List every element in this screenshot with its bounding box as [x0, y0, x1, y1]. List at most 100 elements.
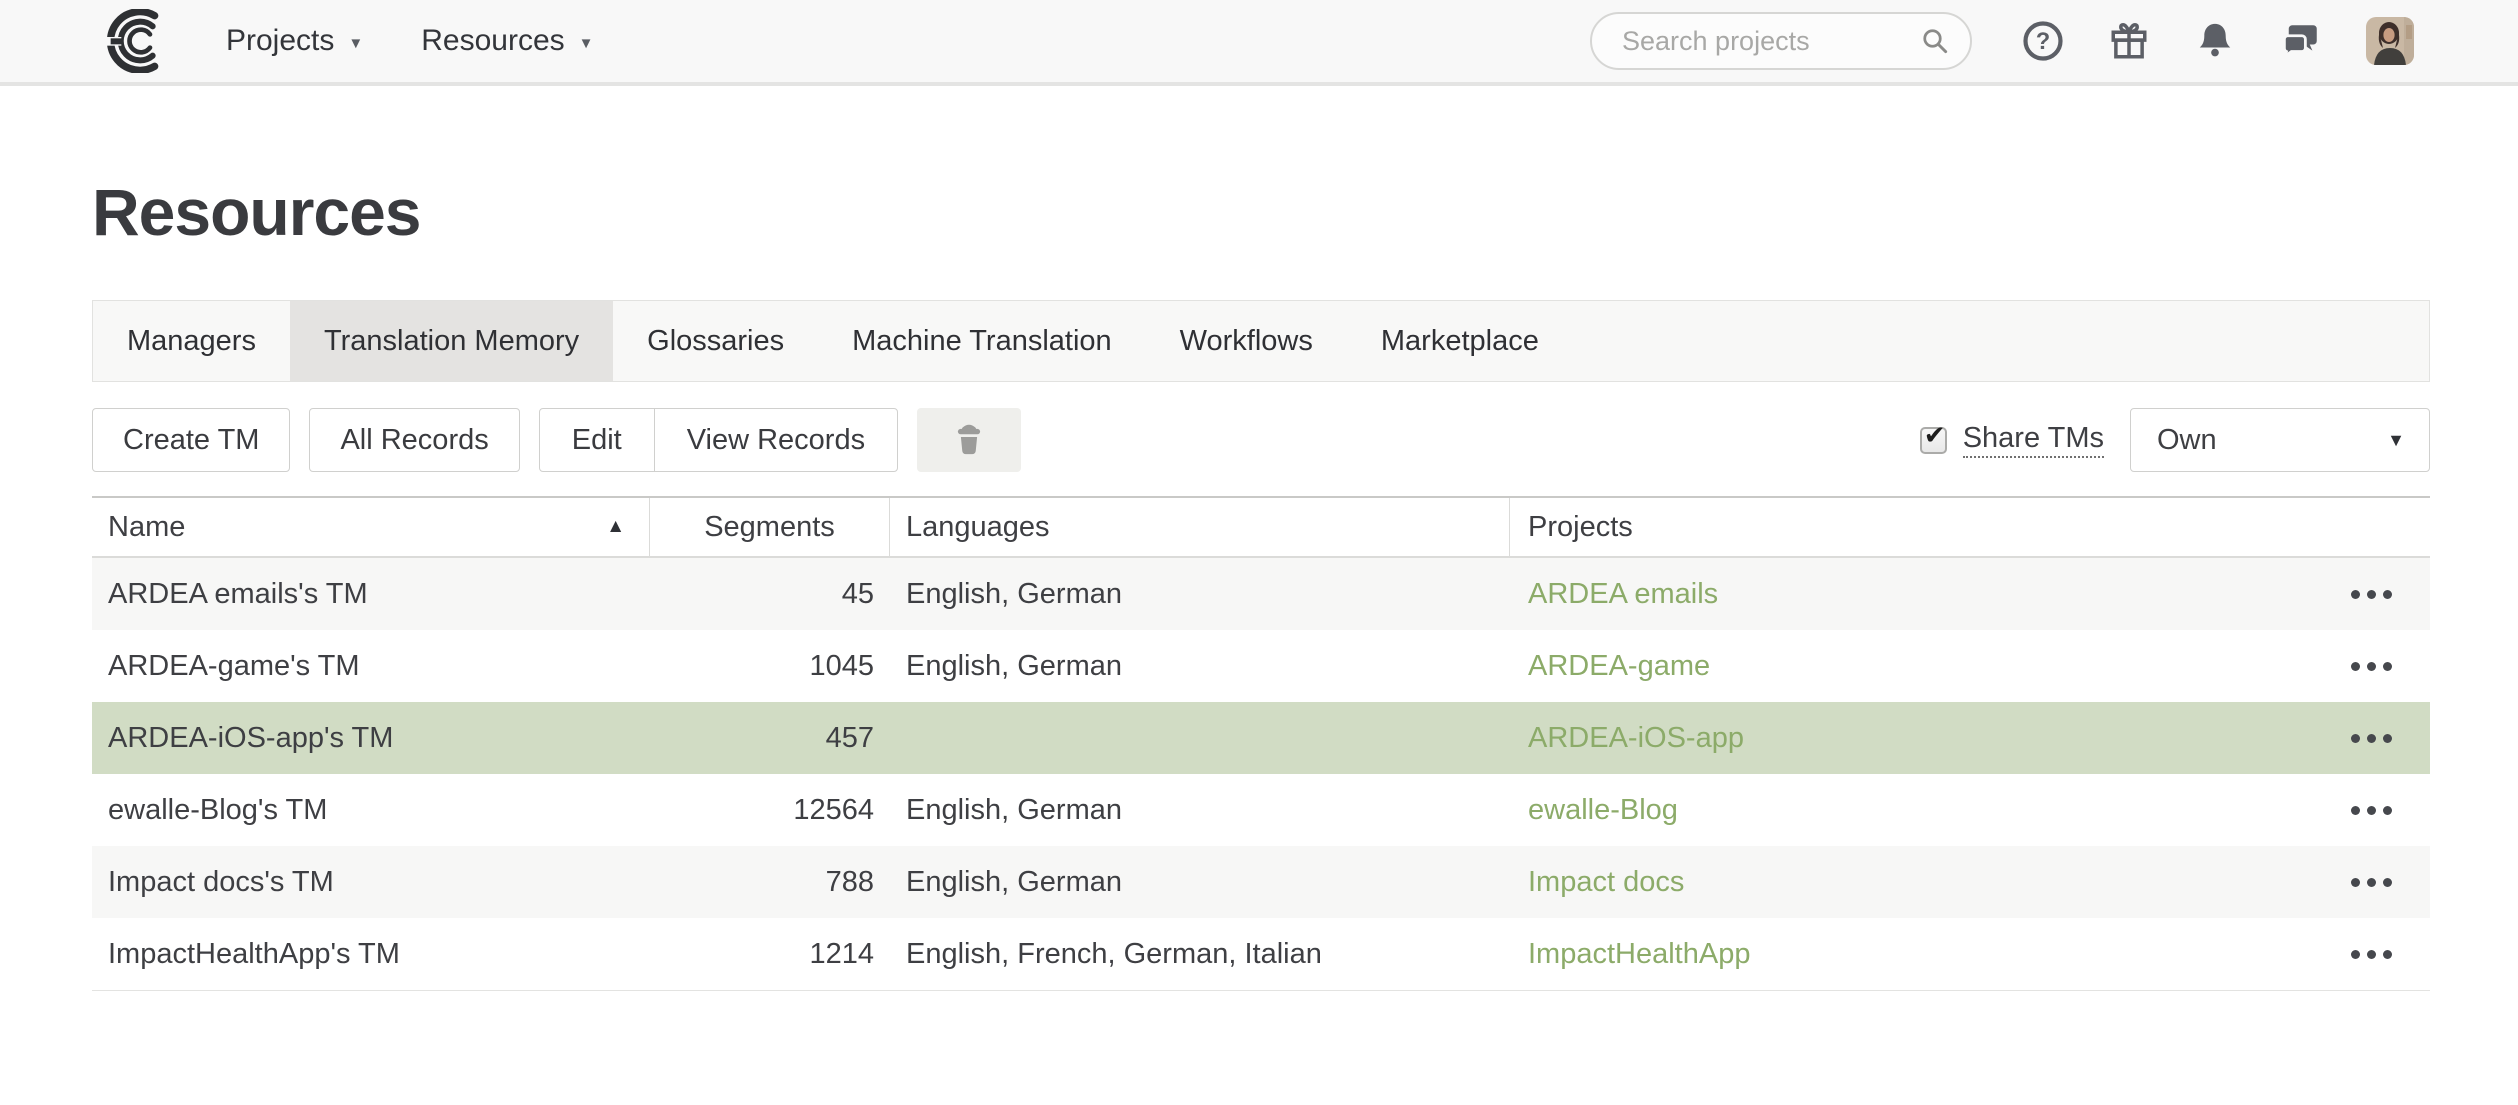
tm-projects-cell: Impact docs — [1510, 866, 2430, 899]
ellipsis-dot — [2351, 662, 2360, 671]
tab[interactable]: Workflows — [1146, 301, 1347, 381]
ellipsis-dot — [2351, 590, 2360, 599]
tm-name: ARDEA-game's TM — [92, 650, 650, 683]
nav-projects-label: Projects — [226, 24, 334, 58]
row-menu-button[interactable] — [2347, 868, 2396, 897]
project-link[interactable]: ARDEA-game — [1528, 650, 1710, 683]
ellipsis-dot — [2383, 734, 2392, 743]
row-menu-button[interactable] — [2347, 724, 2396, 753]
user-avatar[interactable] — [2366, 17, 2414, 65]
tab[interactable]: Glossaries — [613, 301, 818, 381]
tm-segments: 457 — [650, 722, 890, 755]
ellipsis-dot — [2351, 878, 2360, 887]
column-header-name[interactable]: Name ▲ — [92, 498, 650, 556]
project-link[interactable]: Impact docs — [1528, 866, 1684, 899]
ellipsis-dot — [2367, 878, 2376, 887]
tm-name: ewalle-Blog's TM — [92, 794, 650, 827]
ellipsis-dot — [2367, 806, 2376, 815]
chat-icon[interactable] — [2280, 20, 2322, 62]
toolbar: Create TM All Records Edit View Records … — [92, 408, 2430, 472]
page-title: Resources — [92, 174, 2430, 250]
scope-select[interactable]: Own ▼ — [2130, 408, 2430, 472]
ellipsis-dot — [2367, 950, 2376, 959]
project-link[interactable]: ARDEA emails — [1528, 578, 1718, 611]
nav-resources[interactable]: Resources ▼ — [421, 24, 593, 58]
project-link[interactable]: ARDEA-iOS-app — [1528, 722, 1744, 755]
topbar-icons: ? — [2022, 17, 2414, 65]
table-body: ARDEA emails's TM 45 English, German ARD… — [92, 558, 2430, 991]
trash-icon — [951, 422, 987, 458]
row-menu-button[interactable] — [2347, 940, 2396, 969]
tm-segments: 1214 — [650, 938, 890, 971]
gift-icon[interactable] — [2108, 20, 2150, 62]
tm-projects-cell: ARDEA emails — [1510, 578, 2430, 611]
row-menu-button[interactable] — [2347, 652, 2396, 681]
tm-projects-cell: ImpactHealthApp — [1510, 938, 2430, 971]
column-label: Projects — [1528, 511, 1633, 544]
topbar: Projects ▼ Resources ▼ ? — [0, 0, 2518, 86]
tm-segments: 1045 — [650, 650, 890, 683]
tab[interactable]: Translation Memory — [290, 301, 613, 381]
page-content: Resources ManagersTranslation MemoryGlos… — [92, 174, 2430, 991]
ellipsis-dot — [2367, 590, 2376, 599]
tm-name: Impact docs's TM — [92, 866, 650, 899]
scope-select-value: Own — [2157, 424, 2217, 457]
tm-name: ARDEA emails's TM — [92, 578, 650, 611]
table-row[interactable]: ewalle-Blog's TM 12564 English, German e… — [92, 774, 2430, 846]
column-label: Segments — [704, 511, 835, 544]
table-row[interactable]: ARDEA-iOS-app's TM 457 ARDEA-iOS-app — [92, 702, 2430, 774]
table-row[interactable]: ImpactHealthApp's TM 1214 English, Frenc… — [92, 918, 2430, 990]
help-icon[interactable]: ? — [2022, 20, 2064, 62]
ellipsis-dot — [2351, 950, 2360, 959]
create-tm-button[interactable]: Create TM — [92, 408, 290, 472]
delete-button[interactable] — [917, 408, 1021, 472]
tab[interactable]: Managers — [93, 301, 290, 381]
chevron-down-icon: ▼ — [2387, 430, 2405, 451]
column-header-segments[interactable]: Segments — [650, 498, 890, 556]
column-label: Languages — [906, 511, 1050, 544]
toolbar-right: ✔ Share TMs Own ▼ — [1920, 408, 2430, 472]
share-tms-label[interactable]: Share TMs — [1963, 422, 2104, 458]
tm-languages: English, French, German, Italian — [890, 938, 1510, 971]
tm-projects-cell: ARDEA-game — [1510, 650, 2430, 683]
tm-languages: English, German — [890, 866, 1510, 899]
search-icon[interactable] — [1920, 26, 1950, 56]
tm-table: Name ▲ Segments Languages Projects ARDEA… — [92, 496, 2430, 991]
table-header: Name ▲ Segments Languages Projects — [92, 496, 2430, 558]
nav-projects[interactable]: Projects ▼ — [226, 24, 363, 58]
tabs: ManagersTranslation MemoryGlossariesMach… — [92, 300, 2430, 382]
ellipsis-dot — [2383, 806, 2392, 815]
project-link[interactable]: ewalle-Blog — [1528, 794, 1678, 827]
sort-asc-icon: ▲ — [606, 516, 625, 538]
tm-projects-cell: ARDEA-iOS-app — [1510, 722, 2430, 755]
row-menu-button[interactable] — [2347, 796, 2396, 825]
view-records-button[interactable]: View Records — [654, 409, 897, 471]
table-row[interactable]: ARDEA emails's TM 45 English, German ARD… — [92, 558, 2430, 630]
column-header-projects[interactable]: Projects — [1510, 498, 2430, 556]
ellipsis-dot — [2351, 806, 2360, 815]
app-logo-icon[interactable] — [104, 9, 168, 73]
ellipsis-dot — [2351, 734, 2360, 743]
column-header-languages[interactable]: Languages — [890, 498, 1510, 556]
ellipsis-dot — [2383, 950, 2392, 959]
tm-name: ImpactHealthApp's TM — [92, 938, 650, 971]
table-row[interactable]: Impact docs's TM 788 English, German Imp… — [92, 846, 2430, 918]
tm-segments: 45 — [650, 578, 890, 611]
tm-languages: English, German — [890, 794, 1510, 827]
tm-segments: 788 — [650, 866, 890, 899]
search-input[interactable] — [1590, 12, 1972, 70]
table-row[interactable]: ARDEA-game's TM 1045 English, German ARD… — [92, 630, 2430, 702]
notifications-bell-icon[interactable] — [2194, 20, 2236, 62]
ellipsis-dot — [2383, 662, 2392, 671]
project-link[interactable]: ImpactHealthApp — [1528, 938, 1750, 971]
share-tms-checkbox[interactable]: ✔ — [1920, 427, 1947, 454]
records-button-group: Edit View Records — [539, 408, 898, 472]
tab[interactable]: Marketplace — [1347, 301, 1573, 381]
all-records-button[interactable]: All Records — [309, 408, 519, 472]
chevron-down-icon: ▼ — [348, 32, 363, 51]
edit-button[interactable]: Edit — [540, 409, 654, 471]
tab[interactable]: Machine Translation — [818, 301, 1146, 381]
row-menu-button[interactable] — [2347, 580, 2396, 609]
ellipsis-dot — [2383, 878, 2392, 887]
ellipsis-dot — [2367, 662, 2376, 671]
